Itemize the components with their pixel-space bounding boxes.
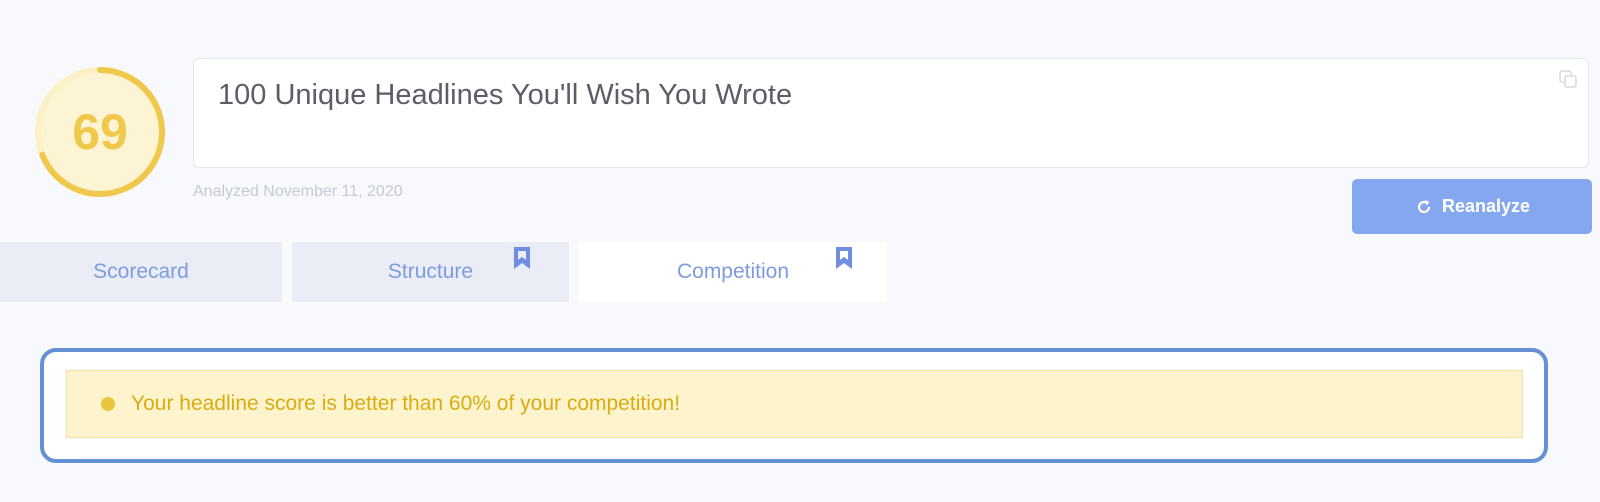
competition-message: Your headline score is better than 60% o… [131, 392, 681, 415]
status-dot [101, 397, 115, 411]
reanalyze-label: Reanalyze [1441, 196, 1531, 216]
refresh-icon [1414, 197, 1434, 217]
tab-label: Scorecard [93, 260, 189, 283]
bookmark-icon[interactable] [513, 246, 531, 270]
copy-icon[interactable] [1558, 69, 1578, 89]
score-gauge: 69 [34, 66, 166, 198]
bookmark-icon[interactable] [835, 246, 853, 270]
tab-competition[interactable]: Competition [579, 242, 887, 302]
reanalyze-button[interactable]: Reanalyze [1352, 179, 1592, 234]
analyzed-date: Analyzed November 11, 2020 [193, 183, 403, 200]
tab-label: Competition [676, 260, 790, 283]
headline-input[interactable]: 100 Unique Headlines You'll Wish You Wro… [193, 58, 1589, 168]
headline-text[interactable]: 100 Unique Headlines You'll Wish You Wro… [218, 79, 792, 112]
competition-result-card: Your headline score is better than 60% o… [40, 348, 1548, 463]
tab-label: Structure [387, 260, 474, 283]
score-value: 69 [72, 104, 128, 160]
tab-scorecard[interactable]: Scorecard [0, 242, 282, 302]
competition-alert: Your headline score is better than 60% o… [66, 370, 1523, 438]
tab-bar: Scorecard Structure Competition [0, 242, 1600, 302]
tab-structure[interactable]: Structure [292, 242, 569, 302]
